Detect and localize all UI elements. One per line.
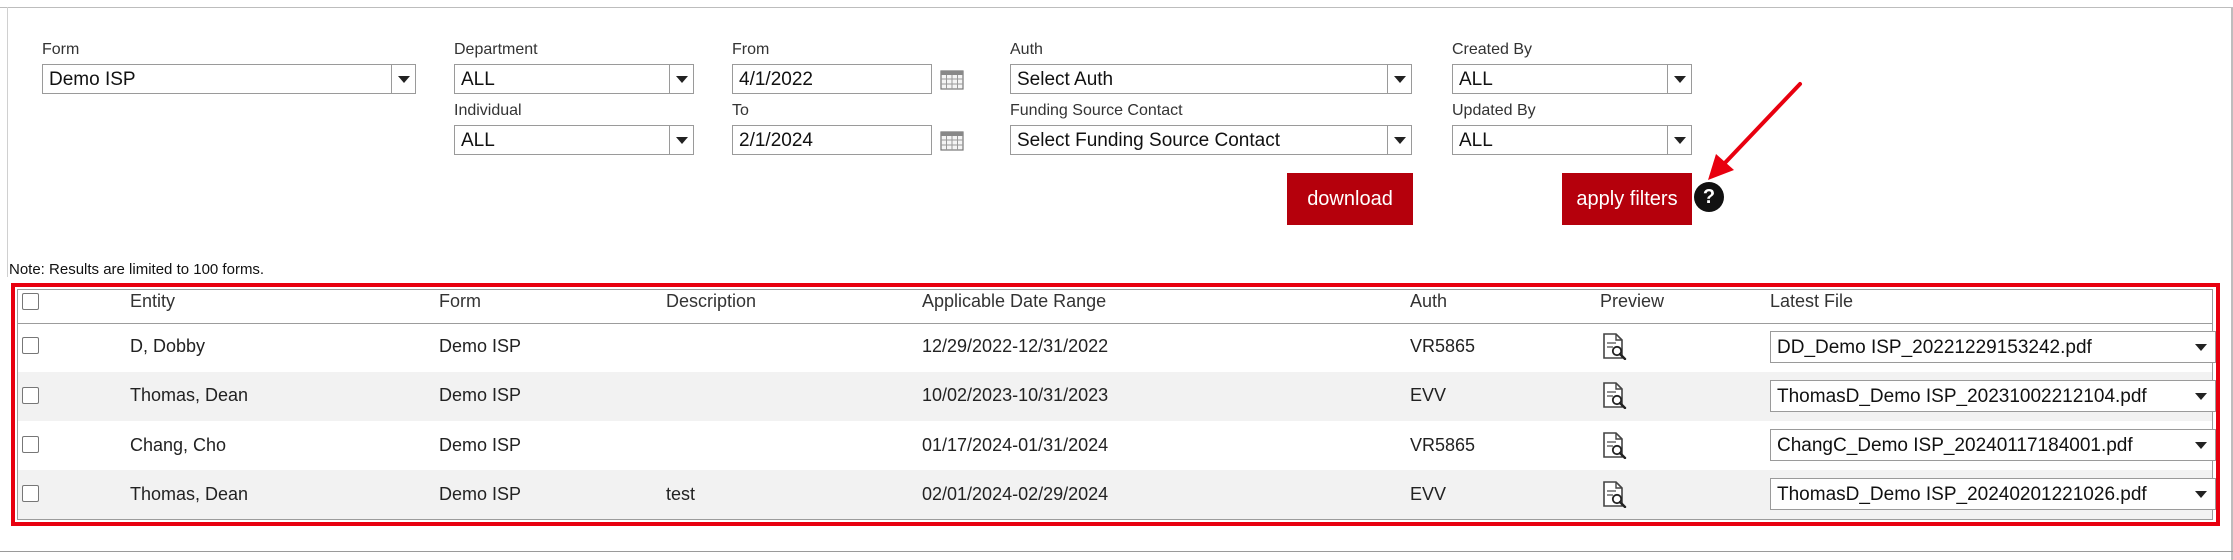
chevron-down-icon[interactable]	[669, 65, 693, 93]
chevron-down-icon[interactable]	[1667, 65, 1691, 93]
from-date-value: 4/1/2022	[739, 69, 813, 90]
updated-by-value: ALL	[1459, 130, 1493, 151]
individual-filter-label: Individual	[454, 102, 522, 119]
funding-source-contact-value: Select Funding Source Contact	[1017, 130, 1280, 151]
page-top-border	[0, 7, 2233, 8]
chevron-down-icon[interactable]	[1667, 126, 1691, 154]
chevron-down-icon[interactable]	[669, 126, 693, 154]
created-by-value: ALL	[1459, 69, 1493, 90]
apply-filters-button[interactable]: apply filters	[1562, 173, 1692, 225]
results-limit-note: Note: Results are limited to 100 forms.	[9, 261, 265, 278]
filter-panel-left-border	[7, 7, 8, 277]
chevron-down-icon[interactable]	[1387, 65, 1411, 93]
department-select-value: ALL	[461, 69, 495, 90]
table-highlight-box	[11, 283, 2220, 526]
form-select-value: Demo ISP	[49, 69, 136, 90]
department-filter-label: Department	[454, 41, 538, 58]
to-date-label: To	[732, 102, 749, 119]
download-button[interactable]: download	[1287, 173, 1413, 225]
form-filter-label: Form	[42, 41, 80, 58]
funding-source-contact-select[interactable]: Select Funding Source Contact	[1010, 125, 1412, 155]
auth-select[interactable]: Select Auth	[1010, 64, 1412, 94]
individual-select-value: ALL	[461, 130, 495, 151]
chevron-down-icon[interactable]	[391, 65, 415, 93]
annotation-arrow	[1708, 82, 1802, 180]
chevron-down-icon[interactable]	[1387, 126, 1411, 154]
department-select[interactable]: ALL	[454, 64, 694, 94]
calendar-icon[interactable]	[940, 68, 964, 90]
page-bottom-border	[0, 551, 2233, 552]
created-by-select[interactable]: ALL	[1452, 64, 1692, 94]
to-date-value: 2/1/2024	[739, 130, 813, 151]
calendar-icon[interactable]	[940, 129, 964, 151]
updated-by-label: Updated By	[1452, 102, 1536, 119]
auth-filter-label: Auth	[1010, 41, 1043, 58]
funding-source-contact-label: Funding Source Contact	[1010, 102, 1183, 119]
auth-select-value: Select Auth	[1017, 69, 1114, 90]
form-select[interactable]: Demo ISP	[42, 64, 416, 94]
updated-by-select[interactable]: ALL	[1452, 125, 1692, 155]
from-date-label: From	[732, 41, 770, 58]
individual-select[interactable]: ALL	[454, 125, 694, 155]
to-date-input[interactable]: 2/1/2024	[732, 125, 932, 155]
from-date-input[interactable]: 4/1/2022	[732, 64, 932, 94]
created-by-label: Created By	[1452, 41, 1533, 58]
